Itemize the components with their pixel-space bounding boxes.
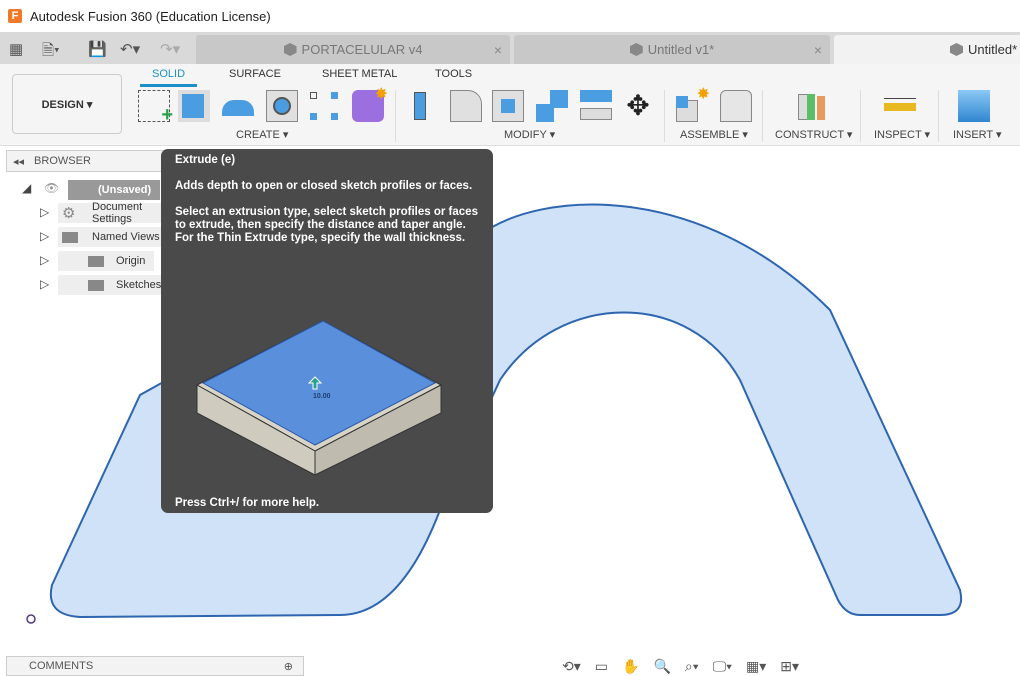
redo-icon[interactable]: ↷▾ [160, 40, 180, 58]
document-tab-bar: ▦ 🗎▾ 💾 ↶▾ ↷▾ PORTACELULAR v4 × Untitled v… [0, 32, 1020, 64]
navigation-bar: ⟲▾ ▭ ✋ 🔍 ⌕▾ 🖵▾ ▦▾ ⊞▾ [562, 656, 802, 676]
viewports-icon[interactable]: ⊞▾ [780, 658, 799, 675]
comments-label: COMMENTS [29, 660, 94, 672]
tab-untitled-active[interactable]: Untitled* [834, 35, 1020, 64]
measure-icon[interactable] [884, 90, 916, 122]
extrude-illustration: 10.00 [195, 320, 443, 475]
zoom-icon[interactable]: 🔍 [653, 658, 670, 675]
component-icon [283, 43, 297, 56]
move-copy-icon[interactable]: ✥ [622, 90, 654, 122]
press-pull-icon[interactable] [406, 90, 438, 122]
fusion-logo-icon: F [8, 9, 22, 23]
fillet-icon[interactable] [450, 90, 482, 122]
workspace-switcher[interactable]: DESIGN ▾ [12, 74, 122, 134]
folder-icon [88, 255, 104, 267]
tab-label: Untitled v1* [647, 42, 715, 57]
tab-solid[interactable]: SOLID [139, 68, 198, 87]
title-bar: F Autodesk Fusion 360 (Education License… [0, 0, 1020, 32]
expand-icon[interactable]: ▷ [40, 205, 49, 219]
window-title: Autodesk Fusion 360 (Education License) [30, 8, 271, 24]
origin-point [26, 614, 36, 624]
display-settings-icon[interactable]: 🖵▾ [713, 658, 732, 675]
tab-label: Untitled* [968, 42, 1018, 57]
insert-image-icon[interactable] [958, 90, 990, 122]
revolve-icon[interactable] [222, 90, 254, 122]
dimension-label: 10.00 [313, 393, 331, 400]
split-body-icon[interactable] [580, 90, 612, 122]
item-label: Origin [116, 255, 146, 267]
orbit-icon[interactable]: ⟲▾ [562, 658, 581, 675]
save-icon[interactable]: 💾 [88, 40, 107, 58]
close-tab-icon[interactable]: × [494, 42, 502, 58]
construct-menu[interactable]: CONSTRUCT ▾ [775, 128, 852, 141]
expand-icon[interactable]: ▷ [40, 277, 49, 291]
create-form-icon[interactable]: ✸ [352, 86, 388, 122]
add-comment-icon[interactable]: ⊕ [284, 660, 293, 673]
create-menu[interactable]: CREATE ▾ [236, 128, 288, 141]
browser-root-node[interactable]: (Unsaved) [68, 180, 160, 200]
extrude-tooltip: Extrude (e) Adds depth to open or closed… [161, 149, 493, 513]
tab-tools[interactable]: TOOLS [435, 68, 472, 80]
pan-icon[interactable]: ✋ [622, 658, 639, 675]
tab-surface[interactable]: SURFACE [229, 68, 281, 80]
comments-panel[interactable]: COMMENTS ⊕ [6, 656, 304, 676]
combine-icon[interactable] [536, 90, 568, 122]
new-component-icon[interactable]: ✸ [676, 86, 710, 122]
tab-untitled-v1[interactable]: Untitled v1* × [514, 35, 830, 64]
tooltip-description: Adds depth to open or closed sketch prof… [175, 180, 473, 192]
tab-sheet-metal[interactable]: SHEET METAL [322, 68, 397, 80]
browser-item-document-settings[interactable]: ⚙ Document Settings [58, 201, 162, 225]
undo-icon[interactable]: ↶▾ [120, 40, 140, 58]
browser-title: BROWSER [34, 155, 91, 167]
extrude-icon[interactable] [178, 90, 210, 122]
component-icon [950, 43, 963, 56]
collapse-icon[interactable]: ◂◂ [13, 155, 24, 168]
fit-icon[interactable]: ⌕▾ [685, 658, 699, 675]
assemble-menu[interactable]: ASSEMBLE ▾ [680, 128, 748, 141]
grid-icon[interactable]: ▦▾ [746, 658, 766, 675]
item-label: Document Settings [92, 201, 143, 225]
offset-plane-icon[interactable] [796, 90, 828, 122]
folder-icon [62, 231, 78, 243]
browser-item-named-views[interactable]: Named Views [58, 227, 162, 247]
toolbar-ribbon: DESIGN ▾ SOLID SURFACE SHEET METAL TOOLS… [0, 64, 1020, 146]
close-tab-icon[interactable]: × [814, 42, 822, 58]
look-at-icon[interactable]: ▭ [595, 658, 608, 675]
create-sketch-icon[interactable]: + [138, 90, 173, 126]
expand-icon[interactable]: ▷ [40, 229, 49, 243]
tab-portacelular[interactable]: PORTACELULAR v4 × [196, 35, 510, 64]
modify-menu[interactable]: MODIFY ▾ [504, 128, 555, 141]
browser-item-sketches[interactable]: Sketches [58, 275, 162, 295]
apps-grid-icon[interactable]: ▦ [9, 40, 23, 58]
file-menu-icon[interactable]: 🗎▾ [42, 40, 60, 65]
tooltip-title: Extrude (e) [175, 154, 236, 166]
inspect-menu[interactable]: INSPECT ▾ [874, 128, 930, 141]
folder-icon [88, 279, 104, 291]
browser-item-origin[interactable]: Origin [58, 251, 154, 271]
tab-label: PORTACELULAR v4 [301, 42, 423, 57]
item-label: Named Views [92, 231, 160, 243]
component-icon [629, 43, 643, 56]
insert-menu[interactable]: INSERT ▾ [953, 128, 1002, 141]
tooltip-instructions: Select an extrusion type, select sketch … [175, 206, 478, 244]
gear-icon: ⚙ [62, 205, 76, 222]
item-label: Sketches [116, 279, 162, 291]
expand-root-icon[interactable]: ◢ [22, 181, 31, 195]
joint-icon[interactable] [720, 90, 752, 122]
pattern-icon[interactable] [308, 90, 340, 122]
shell-icon[interactable] [492, 90, 524, 122]
visibility-eye-icon[interactable]: 👁 [44, 181, 59, 195]
expand-icon[interactable]: ▷ [40, 253, 49, 267]
hole-icon[interactable] [266, 90, 298, 122]
tooltip-footer: Press Ctrl+/ for more help. [175, 497, 320, 509]
